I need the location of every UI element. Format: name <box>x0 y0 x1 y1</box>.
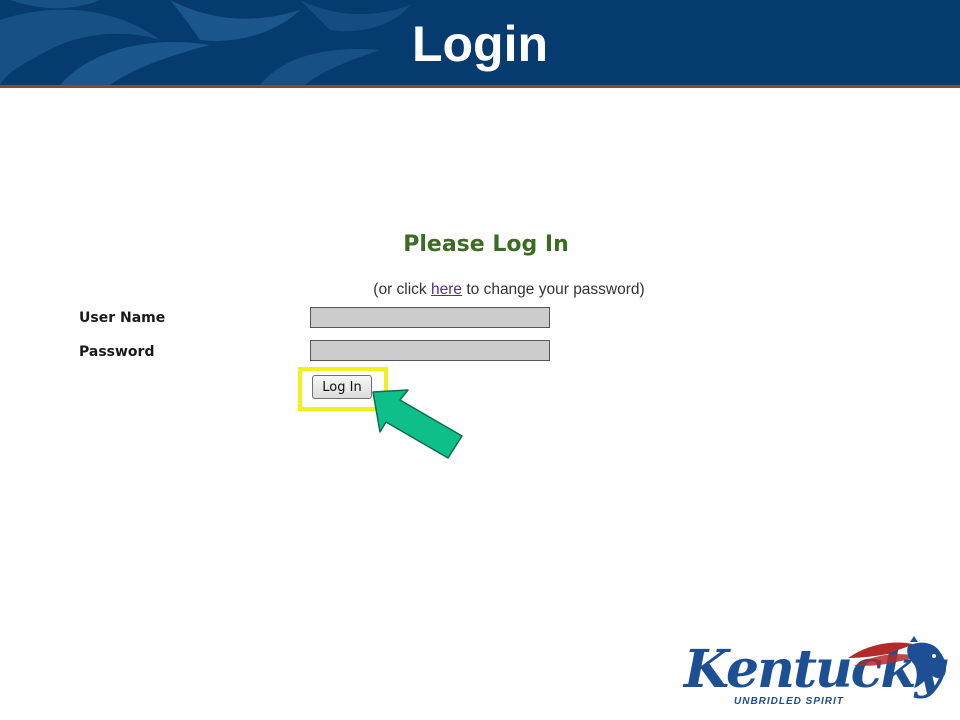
change-password-link[interactable]: here <box>431 281 462 298</box>
hint-text-before: (or click <box>373 281 431 298</box>
username-input[interactable] <box>310 307 550 328</box>
slide: Login Please Log In (or click here to ch… <box>0 0 960 720</box>
page-title: Login <box>411 16 549 72</box>
kentucky-logo: Kentucky UNBRIDLED SPIRIT <box>680 636 950 714</box>
header-banner: Login <box>0 0 960 85</box>
logo-tagline: UNBRIDLED SPIRIT <box>734 696 844 707</box>
change-password-hint: (or click here to change your password) <box>300 280 718 300</box>
arrow-pointer-icon <box>372 389 463 459</box>
password-label: Password <box>79 344 155 360</box>
header-divider <box>0 85 960 88</box>
login-button[interactable]: Log In <box>312 375 372 399</box>
username-label: User Name <box>79 310 166 326</box>
form-heading: Please Log In <box>403 232 569 257</box>
horse-head-icon <box>848 636 947 688</box>
hint-text-after: to change your password) <box>462 281 645 298</box>
password-input[interactable] <box>310 340 550 361</box>
